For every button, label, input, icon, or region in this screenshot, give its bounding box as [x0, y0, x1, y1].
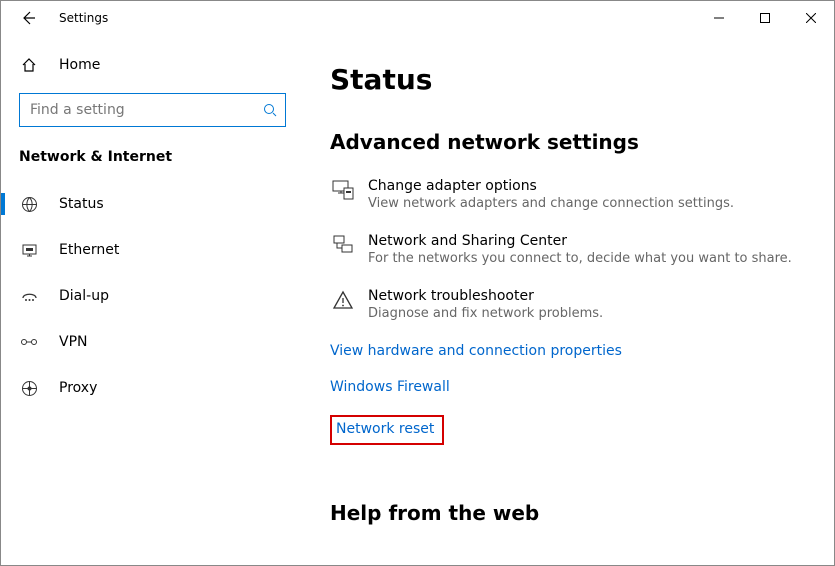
- dialup-icon: [19, 289, 39, 303]
- link-list: View hardware and connection properties …: [330, 343, 808, 445]
- sidebar-item-ethernet[interactable]: Ethernet: [1, 227, 304, 273]
- globe-icon: [19, 196, 39, 213]
- proxy-icon: [19, 380, 39, 397]
- option-troubleshooter[interactable]: Network troubleshooter Diagnose and fix …: [330, 288, 808, 321]
- sharing-icon: [330, 233, 356, 266]
- body: Home Find a setting Network & Internet S…: [1, 35, 834, 565]
- sidebar-item-label: Dial-up: [59, 288, 109, 304]
- close-icon: [806, 13, 816, 23]
- sidebar-item-status[interactable]: Status: [1, 181, 304, 227]
- sidebar-item-vpn[interactable]: VPN: [1, 319, 304, 365]
- home-icon: [19, 57, 39, 73]
- search-placeholder: Find a setting: [30, 102, 263, 118]
- sidebar: Home Find a setting Network & Internet S…: [1, 35, 304, 565]
- home-label: Home: [59, 57, 100, 73]
- option-desc: View network adapters and change connect…: [368, 196, 734, 211]
- warning-icon: [330, 288, 356, 321]
- nav-list: Status Ethernet Dial-up: [1, 181, 304, 411]
- link-network-reset[interactable]: Network reset: [330, 415, 444, 445]
- link-hardware-properties[interactable]: View hardware and connection properties: [330, 343, 808, 359]
- titlebar: Settings: [1, 1, 834, 35]
- option-desc: Diagnose and fix network problems.: [368, 306, 603, 321]
- search-icon: [263, 103, 277, 117]
- sidebar-item-label: VPN: [59, 334, 88, 350]
- option-sharing-center[interactable]: Network and Sharing Center For the netwo…: [330, 233, 808, 266]
- option-title: Change adapter options: [368, 178, 734, 194]
- back-arrow-icon: [21, 10, 37, 26]
- minimize-button[interactable]: [696, 2, 742, 34]
- search-input[interactable]: Find a setting: [19, 93, 286, 127]
- maximize-icon: [760, 13, 770, 23]
- maximize-button[interactable]: [742, 2, 788, 34]
- sidebar-item-proxy[interactable]: Proxy: [1, 365, 304, 411]
- settings-window: Settings Home Find a setting: [0, 0, 835, 566]
- content-pane: Status Advanced network settings Change …: [304, 35, 834, 565]
- adapter-icon: [330, 178, 356, 211]
- category-heading: Network & Internet: [1, 131, 304, 175]
- option-title: Network and Sharing Center: [368, 233, 792, 249]
- sidebar-item-label: Ethernet: [59, 242, 119, 258]
- option-title: Network troubleshooter: [368, 288, 603, 304]
- window-title: Settings: [59, 11, 108, 25]
- option-change-adapter[interactable]: Change adapter options View network adap…: [330, 178, 808, 211]
- home-nav[interactable]: Home: [1, 45, 304, 85]
- ethernet-icon: [19, 242, 39, 259]
- close-button[interactable]: [788, 2, 834, 34]
- section-heading: Advanced network settings: [330, 130, 808, 154]
- window-controls: [696, 2, 834, 34]
- back-button[interactable]: [15, 4, 43, 32]
- footer-heading: Help from the web: [330, 501, 808, 525]
- link-windows-firewall[interactable]: Windows Firewall: [330, 379, 808, 395]
- option-desc: For the networks you connect to, decide …: [368, 251, 792, 266]
- vpn-icon: [19, 335, 39, 349]
- search-container: Find a setting: [1, 85, 304, 131]
- sidebar-item-dialup[interactable]: Dial-up: [1, 273, 304, 319]
- sidebar-item-label: Proxy: [59, 380, 97, 396]
- sidebar-item-label: Status: [59, 196, 104, 212]
- minimize-icon: [714, 13, 724, 23]
- page-title: Status: [330, 63, 808, 96]
